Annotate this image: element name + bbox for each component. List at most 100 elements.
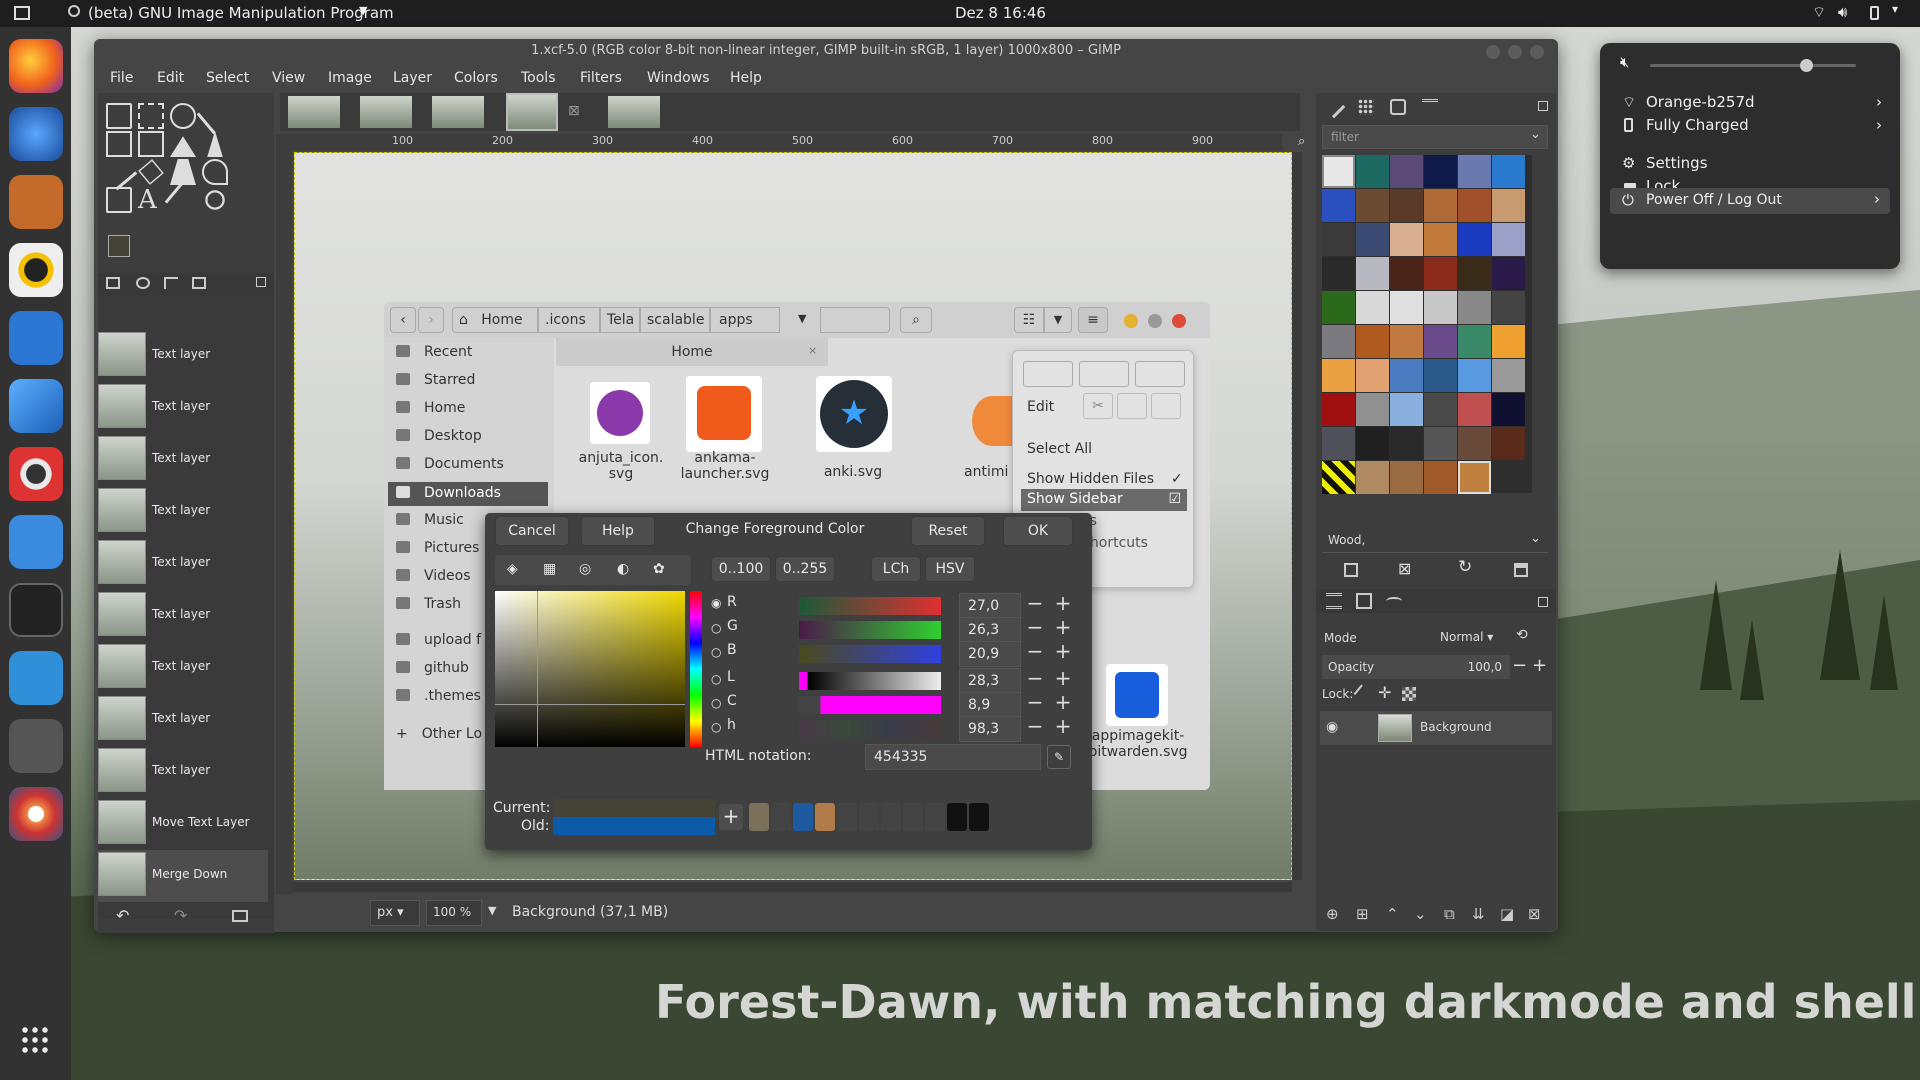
list-item[interactable]: Text layer (98, 434, 268, 486)
search-button[interactable]: ⌕ (900, 307, 932, 333)
move-tool-icon[interactable] (106, 103, 132, 129)
pattern-swatch[interactable] (1492, 393, 1525, 426)
text-tool-icon[interactable]: A (138, 185, 164, 215)
transform-icon[interactable] (138, 131, 164, 157)
sidebar-item-music[interactable]: Music (396, 512, 464, 536)
pattern-swatch[interactable] (1492, 257, 1525, 290)
decrease-icon[interactable]: − (1025, 591, 1045, 615)
sidebar-item-starred[interactable]: Starred (396, 372, 475, 396)
screenshot-icon[interactable] (9, 651, 63, 705)
open-folder-icon[interactable] (1514, 563, 1528, 577)
opacity-decrease-icon[interactable]: − (1512, 655, 1527, 676)
undo-icon[interactable]: ↶ (116, 906, 129, 925)
vertical-scrollbar[interactable] (1292, 152, 1302, 880)
pattern-swatch[interactable] (1390, 257, 1423, 290)
mute-icon[interactable]: 🔇︎ (1620, 53, 1629, 71)
menu-view[interactable]: View (272, 70, 305, 86)
file-thumb-ankama[interactable] (686, 376, 762, 452)
menu-windows[interactable]: Windows (647, 70, 710, 86)
refresh-icon[interactable]: ↻ (1458, 557, 1472, 577)
sidebar-item-trash[interactable]: Trash (396, 596, 461, 620)
history-swatch[interactable] (859, 803, 879, 831)
value-h[interactable]: 98,3 (959, 716, 1021, 742)
wifi-icon[interactable]: ⌔ (1812, 3, 1826, 22)
pattern-swatch[interactable] (1322, 257, 1355, 290)
chevron-down-icon[interactable]: ▼ (798, 312, 806, 325)
mode-reset-icon[interactable]: ⟲ (1516, 627, 1528, 643)
anchor-layer-icon[interactable]: ⇊ (1472, 905, 1485, 923)
pattern-swatch[interactable] (1492, 155, 1525, 188)
pattern-swatch[interactable] (1424, 427, 1457, 460)
sidebar-item-github[interactable]: github (396, 660, 469, 684)
file-thumb-antimicro[interactable] (972, 396, 1012, 446)
pattern-swatch[interactable] (1390, 223, 1423, 256)
pattern-swatch[interactable] (1390, 359, 1423, 392)
lock-alpha-icon[interactable] (1402, 687, 1416, 701)
volume-icon[interactable]: 🔊︎ (1838, 3, 1847, 21)
pattern-swatch[interactable] (1458, 155, 1491, 188)
image-tab[interactable] (360, 96, 412, 128)
tab-home[interactable]: Home (556, 338, 828, 366)
horizontal-scrollbar[interactable] (292, 882, 1292, 892)
list-item[interactable]: Move Text Layer (98, 798, 268, 850)
path-overflow[interactable] (820, 307, 890, 333)
panel-menu-icon[interactable] (256, 277, 266, 287)
paths-tab-icon[interactable] (1386, 597, 1402, 605)
image-tab[interactable] (432, 96, 484, 128)
path-apps[interactable]: apps (710, 307, 780, 333)
file-thumb-anki[interactable]: ★ (816, 376, 892, 452)
terminal-icon[interactable] (9, 583, 63, 637)
pattern-swatch[interactable] (1390, 155, 1423, 188)
pattern-swatch[interactable] (1424, 325, 1457, 358)
reset-button[interactable]: Reset (911, 516, 985, 546)
writer-icon[interactable] (9, 311, 63, 365)
list-item[interactable]: Text layer (98, 330, 268, 382)
list-item[interactable]: Text layer (98, 642, 268, 694)
blender-icon[interactable] (9, 787, 63, 841)
opacity-increase-icon[interactable]: + (1532, 655, 1547, 676)
triangle-selector-icon[interactable]: ◎ (579, 561, 591, 577)
pattern-swatch[interactable] (1322, 393, 1355, 426)
eraser-icon[interactable] (138, 159, 164, 185)
pattern-swatch[interactable] (1492, 427, 1525, 460)
pattern-swatch[interactable] (1458, 257, 1491, 290)
pattern-swatch[interactable] (1458, 189, 1491, 222)
lock-position-icon[interactable]: ✛ (1378, 683, 1391, 702)
pattern-swatch[interactable] (1458, 359, 1491, 392)
hue-strip[interactable] (690, 591, 702, 747)
volume-slider[interactable] (1650, 64, 1856, 67)
pattern-swatch[interactable] (1424, 189, 1457, 222)
color-area[interactable] (495, 591, 685, 747)
sidebar-item-desktop[interactable]: Desktop (396, 428, 482, 452)
decrease-icon[interactable]: − (1025, 690, 1045, 714)
history-swatch[interactable] (815, 803, 835, 831)
view-mode-button[interactable]: ☷ (1014, 307, 1044, 333)
history-swatch[interactable] (925, 803, 945, 831)
bucket-fill-icon[interactable] (207, 131, 223, 157)
select-all-item[interactable]: Select All (1027, 441, 1092, 457)
pattern-swatch[interactable] (1356, 189, 1389, 222)
pattern-swatch[interactable] (1390, 461, 1423, 494)
file-name[interactable]: ankama- launcher.svg (660, 450, 790, 482)
history-swatch[interactable] (749, 803, 769, 831)
sidebar-item-downloads[interactable]: Downloads (388, 482, 548, 506)
history-swatch[interactable] (903, 803, 923, 831)
clone-icon[interactable] (170, 159, 196, 185)
help-button[interactable]: Help (581, 516, 655, 546)
pattern-swatch[interactable] (1356, 291, 1389, 324)
tab-tool-options-icon[interactable] (106, 277, 120, 289)
clear-history-icon[interactable] (232, 910, 248, 922)
new-group-icon[interactable]: ⊞ (1356, 905, 1369, 923)
path-tela[interactable]: Tela (600, 307, 640, 333)
volume-slider-handle[interactable] (1800, 59, 1813, 72)
history-swatch[interactable] (969, 803, 989, 831)
back-button[interactable]: ‹ (390, 307, 416, 333)
foreground-color-swatch[interactable] (108, 235, 130, 257)
pattern-swatch[interactable] (1492, 291, 1525, 324)
decrease-icon[interactable]: − (1025, 615, 1045, 639)
unit-select[interactable]: px ▾ (370, 900, 420, 926)
pattern-swatch[interactable] (1458, 223, 1491, 256)
sidebar-item-home[interactable]: Home (396, 400, 465, 424)
menu-colors[interactable]: Colors (454, 70, 498, 86)
slider-h[interactable] (799, 720, 941, 738)
